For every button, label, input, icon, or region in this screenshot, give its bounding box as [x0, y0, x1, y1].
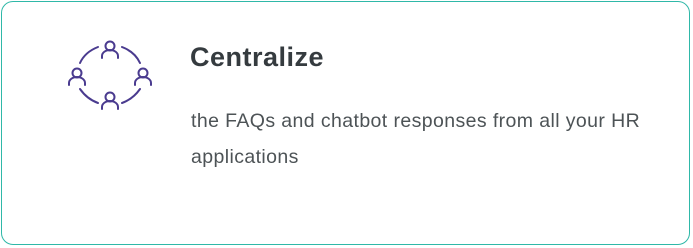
feature-card: Centralize the FAQs and chatbot response… [1, 1, 690, 245]
card-description: the FAQs and chatbot responses from all … [191, 110, 641, 168]
network-people-icon [60, 36, 160, 112]
card-title: Centralize [190, 42, 325, 72]
